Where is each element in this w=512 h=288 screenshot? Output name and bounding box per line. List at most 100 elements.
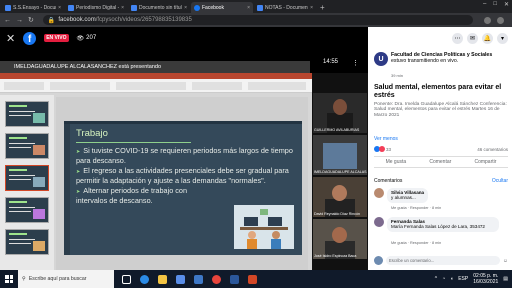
tab-label: Periodismo Digital - Google D xyxy=(76,4,119,11)
page-status: estuvo transmitiendo en vivo. xyxy=(391,58,459,64)
browser-tab[interactable]: Documento sin título - Docume× xyxy=(128,2,190,13)
close-tab-icon[interactable]: × xyxy=(184,5,187,11)
search-icon: ⚲ xyxy=(22,276,26,282)
windows-logo-icon xyxy=(5,275,13,283)
shared-powerpoint: Trabajo Si tuviste COVID-19 se requieren… xyxy=(0,73,312,283)
participant-tile: IMELDAGUADALUPE ALCALAS xyxy=(313,135,367,175)
url-path: /fcpysoch/videos/265798835139835 xyxy=(95,17,192,23)
more-options-icon[interactable]: ⋮ xyxy=(352,59,359,67)
notifications-icon[interactable]: 🔔 xyxy=(482,32,493,44)
participant-tile: José Isidro Espinoza Baca xyxy=(313,219,367,259)
comment-text: y alumnas... xyxy=(391,195,416,201)
fb-top-actions: ⋯ ✉ 🔔 ▾ xyxy=(368,27,512,49)
task-view-icon[interactable] xyxy=(118,270,134,288)
close-tab-icon[interactable]: × xyxy=(58,5,61,11)
browser-tab[interactable]: S.S.Ensayo - Documentos de Go× xyxy=(2,2,64,13)
hide-comments-link[interactable]: Ocultar xyxy=(492,178,508,184)
viewer-count: 👁 207 xyxy=(77,35,97,42)
emoji-icon[interactable]: ☺ xyxy=(503,258,508,264)
tab-label: NOTAS - Documentos de Google xyxy=(265,4,308,11)
comment-count[interactable]: 46 comentarios xyxy=(477,147,508,152)
slide-bullet: Si tuviste COVID-19 se requieren periodo… xyxy=(76,146,298,165)
mail-icon[interactable] xyxy=(190,270,206,288)
star-icon[interactable] xyxy=(483,16,491,24)
browser-tab[interactable]: NOTAS - Documentos de Google× xyxy=(254,2,316,13)
close-tab-icon[interactable]: × xyxy=(310,5,313,11)
participant-name: IMELDAGUADALUPE ALCALAS xyxy=(314,170,367,174)
tab-label: Facebook xyxy=(202,4,224,11)
ppt-ribbon xyxy=(0,79,312,93)
file-explorer-icon[interactable] xyxy=(154,270,170,288)
minimize-icon[interactable]: – xyxy=(483,1,486,8)
slide-thumbnail xyxy=(5,197,49,223)
back-icon[interactable]: ← xyxy=(4,17,11,24)
close-window-icon[interactable]: ✕ xyxy=(504,1,509,8)
network-icon[interactable]: ◔ xyxy=(442,276,445,282)
facebook-logo-icon[interactable]: f xyxy=(23,31,37,45)
messenger-icon[interactable]: ✉ xyxy=(467,32,478,44)
edge-icon[interactable] xyxy=(136,270,152,288)
slide-bullets: Si tuviste COVID-19 se requieren periodo… xyxy=(76,146,298,208)
start-button[interactable] xyxy=(0,270,18,288)
post-time: 39 min xyxy=(391,73,404,78)
chevron-up-icon[interactable]: ^ xyxy=(435,276,437,282)
taskbar-search-placeholder: Escribe aquí para buscar xyxy=(28,276,87,282)
docs-icon xyxy=(257,4,263,11)
participants-strip: GUILLERMO AVILABURIAS IMELDAGUADALUPE AL… xyxy=(312,73,368,283)
forward-icon[interactable]: → xyxy=(16,17,23,24)
comments-header: Comentarios Ocultar xyxy=(374,178,508,184)
page-header: U Facultad de Ciencias Políticas y Socia… xyxy=(374,52,508,82)
chrome-icon[interactable] xyxy=(208,270,224,288)
comment-meta[interactable]: Me gusta · Responder · 8 min xyxy=(391,206,441,210)
reload-icon[interactable]: ↻ xyxy=(28,16,34,24)
store-icon[interactable] xyxy=(172,270,188,288)
profile-icon[interactable] xyxy=(496,16,504,24)
comment-input[interactable]: Escribe un comentario... xyxy=(386,256,500,265)
volume-icon[interactable]: ◖ xyxy=(450,276,453,282)
share-button[interactable]: Compartir xyxy=(474,159,496,165)
viewers-value: 207 xyxy=(86,35,97,41)
account-icon[interactable]: ▾ xyxy=(497,32,508,44)
clock[interactable]: 02:05 p. m. 16/03/2021 xyxy=(473,273,498,285)
avatar[interactable] xyxy=(374,217,384,227)
slide-title: Trabajo xyxy=(76,128,108,139)
new-tab-button[interactable]: + xyxy=(320,3,325,12)
write-comment-row: Escribe un comentario... ☺ xyxy=(374,255,508,266)
tab-label: Documento sin título - Docume xyxy=(139,4,182,11)
slide-bullet: Alternar periodos de trabajo con interva… xyxy=(76,187,218,205)
participant-name: GUILLERMO AVILABURIAS xyxy=(314,128,360,132)
clock-date: 16/03/2021 xyxy=(473,279,499,285)
browser-tab-active[interactable]: Facebook × xyxy=(191,2,253,13)
comment-meta[interactable]: Me gusta · Responder · 8 min xyxy=(391,241,441,245)
docs-icon xyxy=(131,4,137,11)
comment-button[interactable]: Comentar xyxy=(429,159,451,165)
close-tab-icon[interactable]: × xyxy=(121,5,124,11)
tab-label: S.S.Ensayo - Documentos de Go xyxy=(13,4,56,11)
reaction-count[interactable]: 33 xyxy=(386,147,391,152)
page-name-line: Facultad de Ciencias Políticas y Sociale… xyxy=(391,52,503,64)
comment: Silvia Villasana y alumnas... Me gusta ·… xyxy=(374,188,508,214)
apps-grid-icon[interactable]: ⋯ xyxy=(452,32,463,44)
url-field[interactable]: 🔒 facebook.com/fcpysoch/videos/265798835… xyxy=(42,15,473,25)
avatar[interactable] xyxy=(374,188,384,198)
like-button[interactable]: Me gusta xyxy=(386,159,407,165)
current-slide: Trabajo Si tuviste COVID-19 se requieren… xyxy=(64,121,302,255)
browser-tab[interactable]: Periodismo Digital - Google D× xyxy=(65,2,127,13)
notifications-center-icon[interactable]: ▤ xyxy=(503,276,508,282)
close-tab-icon[interactable]: × xyxy=(247,5,250,11)
avatar xyxy=(374,256,383,265)
word-icon[interactable] xyxy=(226,270,242,288)
participant-tile: David Reynaldo Díaz Rincón xyxy=(313,177,367,217)
post-title: Salud mental, elementos para evitar el e… xyxy=(374,84,502,99)
close-icon[interactable]: ✕ xyxy=(6,32,15,45)
slide-canvas: Trabajo Si tuviste COVID-19 se requieren… xyxy=(56,97,308,271)
page-avatar[interactable]: U xyxy=(374,52,388,66)
stream-timer: 14:55 xyxy=(323,59,339,65)
taskbar-search[interactable]: ⚲ Escribe aquí para buscar xyxy=(18,270,114,288)
post-description: Ponente: Dra. Imelda Guadalupe Alcalá Sá… xyxy=(374,102,507,118)
see-less-link[interactable]: Ver menos xyxy=(374,136,398,142)
powerpoint-icon[interactable] xyxy=(244,270,260,288)
keyboard-language[interactable]: ESP xyxy=(458,276,468,282)
reactions-row: 33 46 comentarios xyxy=(374,145,508,153)
maximize-icon[interactable]: □ xyxy=(493,1,497,8)
